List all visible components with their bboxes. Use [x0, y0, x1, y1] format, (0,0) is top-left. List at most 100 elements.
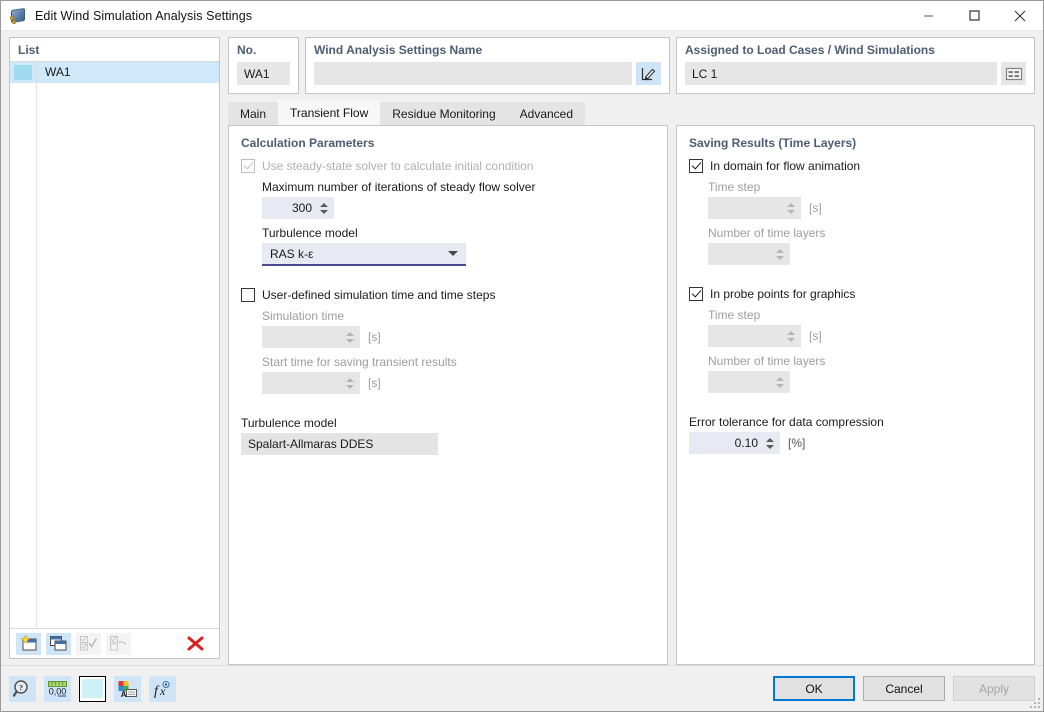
user-defined-time-checkbox[interactable]: User-defined simulation time and time st… — [241, 288, 657, 302]
dialog-window: Edit Wind Simulation Analysis Settings L… — [0, 0, 1044, 712]
tab-transient-flow[interactable]: Transient Flow — [278, 100, 380, 125]
tab-panel-transient-flow: Calculation Parameters Use steady-state … — [228, 125, 1035, 665]
turbulence-model-2-field: Spalart-Allmaras DDES — [241, 433, 438, 455]
stepper-arrows-icon — [785, 197, 800, 219]
ok-button[interactable]: OK — [773, 676, 855, 701]
max-iterations-label: Maximum number of iterations of steady f… — [262, 180, 657, 194]
chevron-down-icon — [448, 251, 458, 256]
max-iterations-stepper[interactable]: 300 — [262, 197, 334, 219]
in-probe-time-step-unit: [s] — [809, 329, 822, 343]
formula-icon[interactable]: f x — [149, 676, 176, 702]
stepper-arrows-icon[interactable] — [764, 432, 779, 454]
tab-strip: Main Transient Flow Residue Monitoring A… — [228, 100, 1035, 125]
name-label: Wind Analysis Settings Name — [314, 43, 661, 57]
name-group: Wind Analysis Settings Name — [305, 37, 670, 94]
dialog-body: List WA1 — [1, 31, 1043, 665]
magnifier-help-icon[interactable]: ? — [9, 676, 36, 702]
in-domain-time-step-label: Time step — [708, 180, 1024, 194]
display-properties-icon[interactable]: A — [114, 676, 141, 702]
title-bar: Edit Wind Simulation Analysis Settings — [1, 1, 1043, 31]
content-area: No. WA1 Wind Analysis Settings Name — [228, 37, 1035, 665]
in-probe-time-step-stepper — [708, 325, 801, 347]
window-controls — [905, 1, 1043, 31]
stepper-arrows-icon — [344, 372, 359, 394]
tab-advanced[interactable]: Advanced — [508, 102, 585, 125]
in-probe-checkbox[interactable]: In probe points for graphics — [689, 287, 1024, 301]
select-list-icon[interactable] — [1001, 62, 1026, 85]
list-column-divider-2 — [93, 62, 94, 83]
checkbox-icon[interactable] — [241, 288, 255, 302]
start-time-stepper — [262, 372, 360, 394]
start-time-label: Start time for saving transient results — [262, 355, 657, 369]
calculation-parameters-title: Calculation Parameters — [241, 136, 657, 150]
svg-text:0,00: 0,00 — [49, 686, 67, 696]
list-item[interactable]: WA1 — [10, 62, 219, 83]
list-panel: List WA1 — [9, 37, 220, 659]
in-domain-checkbox[interactable]: In domain for flow animation — [689, 159, 1024, 173]
stepper-arrows-icon[interactable] — [318, 197, 333, 219]
tab-strip-filler — [585, 102, 1035, 125]
checkbox-icon[interactable] — [689, 287, 703, 301]
in-probe-layers-stepper — [708, 371, 790, 393]
turbulence-model-1-label: Turbulence model — [262, 226, 657, 240]
apply-button: Apply — [953, 676, 1035, 701]
assigned-value-field[interactable]: LC 1 — [685, 62, 997, 85]
color-swatch-icon — [10, 62, 36, 83]
simulation-time-label: Simulation time — [262, 309, 657, 323]
turbulence-model-1-dropdown[interactable]: RAS k-ε — [262, 243, 466, 266]
resize-grip[interactable] — [1030, 698, 1040, 708]
no-group: No. WA1 — [228, 37, 299, 94]
assigned-group: Assigned to Load Cases / Wind Simulation… — [676, 37, 1035, 94]
list-column-divider — [36, 83, 37, 628]
minimize-button[interactable] — [905, 1, 951, 31]
in-domain-layers-stepper — [708, 243, 790, 265]
saving-results-panel: Saving Results (Time Layers) In domain f… — [676, 125, 1035, 665]
no-value-field[interactable]: WA1 — [237, 62, 290, 85]
select-all-icon — [76, 633, 101, 655]
error-tolerance-value: 0.10 — [690, 432, 764, 454]
list-rows: WA1 — [10, 62, 219, 628]
svg-text:?: ? — [19, 682, 23, 692]
steady-state-solver-checkbox: Use steady-state solver to calculate ini… — [241, 159, 657, 173]
window-title: Edit Wind Simulation Analysis Settings — [35, 9, 252, 23]
copy-item-icon[interactable] — [46, 633, 71, 655]
invert-selection-icon — [106, 633, 131, 655]
no-label: No. — [237, 43, 290, 57]
wind-simulation-icon — [10, 7, 28, 25]
error-tolerance-stepper[interactable]: 0.10 — [689, 432, 780, 454]
simulation-time-stepper — [262, 326, 360, 348]
checkbox-icon[interactable] — [689, 159, 703, 173]
list-header: List — [10, 38, 219, 62]
close-button[interactable] — [997, 1, 1043, 31]
edit-pencil-icon[interactable] — [636, 62, 661, 85]
in-probe-time-step-label: Time step — [708, 308, 1024, 322]
saving-results-title: Saving Results (Time Layers) — [689, 136, 1024, 150]
units-decimal-icon[interactable]: 0,00 — [44, 676, 71, 702]
error-tolerance-label: Error tolerance for data compression — [689, 415, 1024, 429]
new-item-icon[interactable] — [16, 633, 41, 655]
cancel-button[interactable]: Cancel — [863, 676, 945, 701]
max-iterations-value: 300 — [263, 197, 318, 219]
turbulence-model-2-label: Turbulence model — [241, 416, 657, 430]
in-domain-label: In domain for flow animation — [710, 159, 860, 173]
stepper-arrows-icon — [774, 371, 789, 393]
footer-bar: ? 0,00 — [1, 665, 1043, 711]
calculation-parameters-panel: Calculation Parameters Use steady-state … — [228, 125, 668, 665]
turbulence-model-1-value: RAS k-ε — [270, 247, 313, 261]
in-probe-layers-label: Number of time layers — [708, 354, 1024, 368]
in-domain-layers-label: Number of time layers — [708, 226, 1024, 240]
delete-item-icon[interactable] — [183, 633, 208, 655]
stepper-arrows-icon — [344, 326, 359, 348]
in-domain-time-step-unit: [s] — [809, 201, 822, 215]
tab-main[interactable]: Main — [228, 102, 278, 125]
tab-residue-monitoring[interactable]: Residue Monitoring — [380, 102, 507, 125]
maximize-button[interactable] — [951, 1, 997, 31]
in-probe-label: In probe points for graphics — [710, 287, 855, 301]
checkbox-icon — [241, 159, 255, 173]
list-toolbar — [10, 628, 219, 658]
assigned-label: Assigned to Load Cases / Wind Simulation… — [685, 43, 1026, 57]
name-input[interactable] — [314, 62, 632, 85]
stepper-arrows-icon — [774, 243, 789, 265]
header-row: No. WA1 Wind Analysis Settings Name — [228, 37, 1035, 94]
color-swatch-icon[interactable] — [79, 676, 106, 702]
